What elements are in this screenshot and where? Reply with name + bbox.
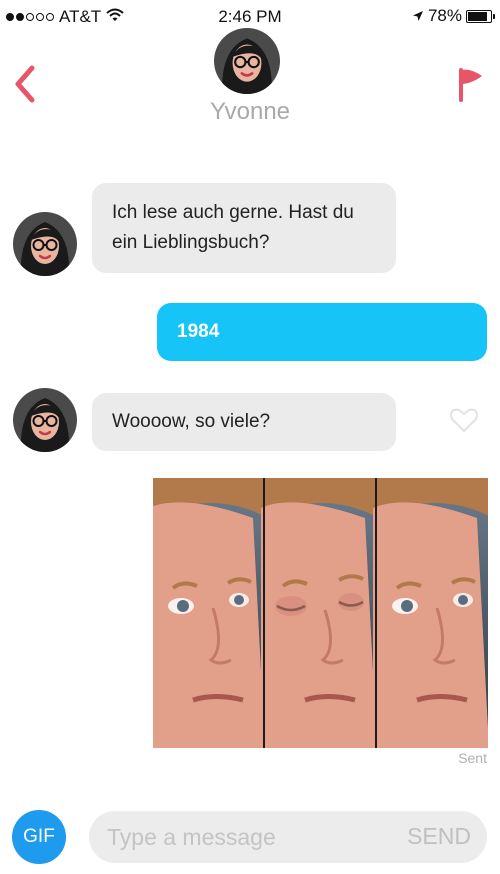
message-input[interactable] — [107, 811, 387, 863]
location-arrow-icon — [412, 11, 423, 21]
flag-icon — [459, 68, 482, 102]
gif-button[interactable]: GIF — [12, 810, 66, 864]
sent-status: Sent — [458, 750, 487, 766]
message-text: Ich lese auch gerne. Hast du ein Lieblin… — [112, 202, 354, 253]
gif-frame — [373, 478, 488, 748]
message-text: 1984 — [177, 321, 220, 342]
message-avatar[interactable] — [13, 212, 77, 276]
outgoing-message[interactable]: 1984 — [157, 303, 487, 361]
heart-icon — [449, 408, 479, 432]
incoming-message[interactable]: Ich lese auch gerne. Hast du ein Lieblin… — [92, 183, 396, 273]
report-button[interactable] — [456, 64, 486, 104]
gif-frame — [261, 478, 379, 748]
like-button[interactable] — [449, 406, 479, 434]
message-composer: SEND — [89, 811, 487, 863]
message-text: Woooow, so viele? — [112, 411, 271, 432]
battery-icon — [466, 9, 495, 23]
gif-frame — [153, 478, 268, 748]
message-avatar[interactable] — [13, 388, 77, 452]
send-button[interactable]: SEND — [407, 823, 471, 850]
battery-percent: 78% — [427, 6, 462, 25]
contact-name[interactable]: Yvonne — [0, 98, 500, 126]
gif-message-image[interactable] — [153, 478, 488, 748]
status-right: 78% — [412, 6, 495, 26]
contact-avatar[interactable] — [214, 28, 280, 94]
incoming-message[interactable]: Woooow, so viele? — [92, 393, 396, 451]
